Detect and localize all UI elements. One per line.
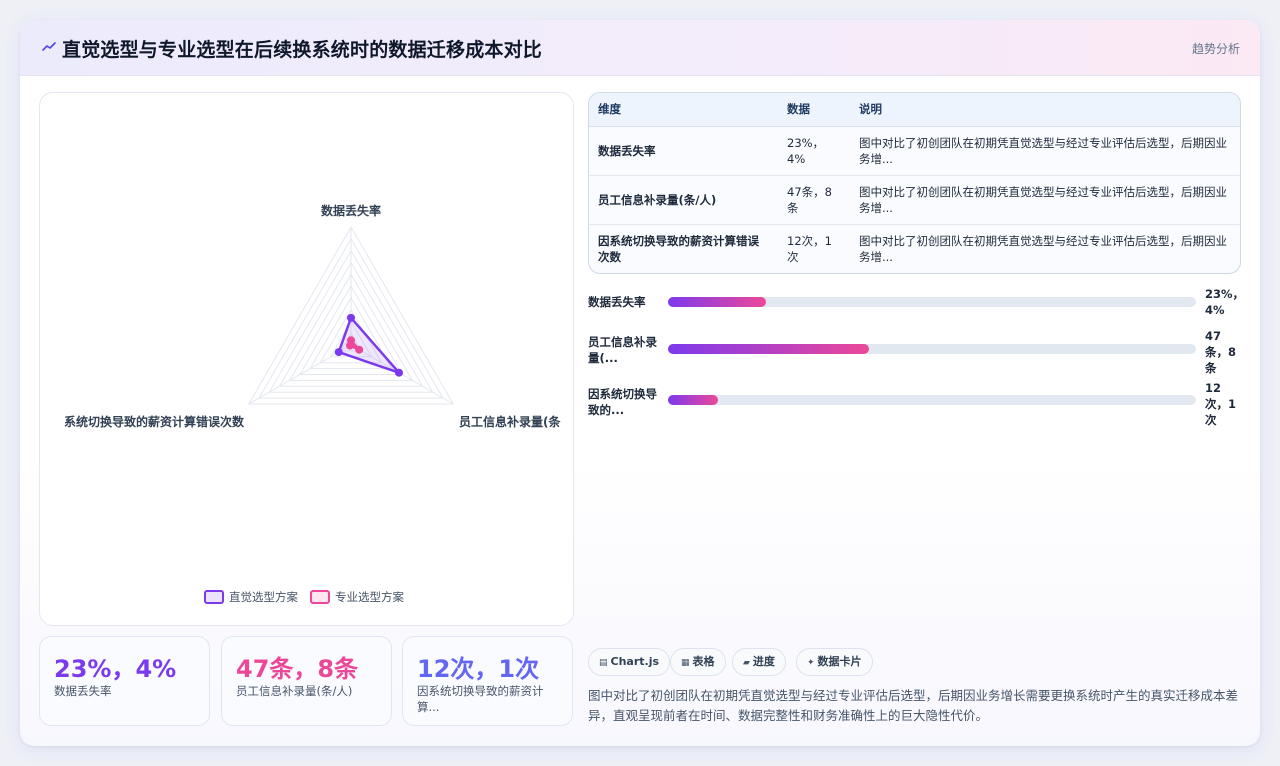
- progress-value: 12次，1次: [1205, 381, 1237, 427]
- progress-track: [668, 395, 1196, 405]
- progress-label: 员工信息补录量(...: [588, 335, 657, 365]
- table-cell-note: 图中对比了初创团队在初期凭直觉选型与经过专业评估后选型，后期因业务增...: [859, 233, 1227, 264]
- table-cell-data: 23%，4%: [778, 126, 850, 176]
- legend-swatch: [310, 590, 330, 604]
- chart-icon: ▤: [599, 658, 608, 668]
- table-row: 员工信息补录量(条/人) 47条，8条 图中对比了初创团队在初期凭直觉选型与经过…: [589, 175, 1240, 225]
- stat-label: 员工信息补录量(条/人): [236, 684, 353, 698]
- chip-label: Chart.js: [610, 655, 660, 668]
- table-cell-dimension: 员工信息补录量(条/人): [589, 175, 778, 225]
- stat-card-payroll-errors: 12次，1次 因系统切换导致的薪资计算...: [402, 636, 573, 726]
- card-icon: ✦: [807, 658, 815, 668]
- chip-progress[interactable]: ▰ 进度: [732, 648, 786, 676]
- stat-label: 因系统切换导致的薪资计算...: [417, 684, 544, 714]
- radar-data-point: [347, 313, 355, 322]
- stat-card-backfill: 47条，8条 员工信息补录量(条/人): [221, 636, 392, 726]
- chart-description: 图中对比了初创团队在初期凭直觉选型与经过专业评估后选型，后期因业务增长需要更换系…: [588, 688, 1239, 723]
- progress-label: 数据丢失率: [588, 295, 646, 309]
- chip-label: 表格: [692, 655, 715, 668]
- trend-line-icon: [42, 40, 56, 54]
- radar-data-point: [395, 368, 404, 377]
- table-row: 因系统切换导致的薪资计算错误次数 12次，1次 图中对比了初创团队在初期凭直觉选…: [589, 224, 1240, 273]
- radar-indicator-label: 系统切换导致的薪资计算错误次数: [64, 414, 245, 429]
- table-cell-dimension: 因系统切换导致的薪资计算错误次数: [598, 233, 759, 264]
- page-title: 直觉选型与专业选型在后续换系统时的数据迁移成本对比: [62, 39, 543, 61]
- radar-data-point: [334, 348, 343, 357]
- progress-value: 23%，4%: [1205, 287, 1245, 317]
- stat-card-data-loss: 23%，4% 数据丢失率: [39, 636, 210, 726]
- stat-value: 47条，8条: [236, 655, 359, 683]
- chip-label: 数据卡片: [817, 655, 862, 668]
- table-cell-dimension: 数据丢失率: [589, 126, 778, 176]
- table-cell-data: 12次，1次: [787, 233, 832, 264]
- chip-table[interactable]: ▦ 表格: [670, 648, 726, 676]
- progress-value: 47条，8条: [1205, 329, 1237, 375]
- legend-swatch: [204, 590, 224, 604]
- radar-indicator-label: 数据丢失率: [321, 203, 381, 218]
- progress-fill: [668, 297, 766, 307]
- progress-icon: ▰: [743, 658, 750, 668]
- table-header-note: 说明: [850, 93, 1240, 127]
- table-header-data: 数据: [778, 93, 850, 127]
- progress-track: [668, 344, 1196, 354]
- stat-value: 23%，4%: [54, 655, 177, 683]
- data-table: 维度 数据 说明 数据丢失率 23%，4% 图中对比了初创团队在初期凭直觉选型与…: [589, 93, 1240, 273]
- stat-value: 12次，1次: [417, 655, 540, 683]
- radar-data-point: [355, 345, 364, 354]
- stat-label: 数据丢失率: [54, 684, 112, 698]
- chip-data-card[interactable]: ✦ 数据卡片: [796, 648, 873, 676]
- table-header-dimension: 维度: [589, 93, 778, 127]
- chip-label: 进度: [752, 655, 775, 668]
- data-table-card: 维度 数据 说明 数据丢失率 23%，4% 图中对比了初创团队在初期凭直觉选型与…: [588, 92, 1241, 274]
- progress-label: 因系统切换导致的...: [588, 387, 657, 417]
- legend-label: 直觉选型方案: [229, 590, 298, 604]
- progress-fill: [668, 395, 719, 405]
- radar-chart: 数据丢失率员工信息补录量(条 系统切换导致的薪资计算错误次数直觉选型方案 专业选型方…: [64, 203, 561, 604]
- table-icon: ▦: [681, 658, 690, 668]
- progress-fill: [668, 344, 869, 354]
- table-cell-note: 图中对比了初创团队在初期凭直觉选型与经过专业评估后选型，后期因业务增...: [850, 126, 1240, 176]
- table-cell-note: 图中对比了初创团队在初期凭直觉选型与经过专业评估后选型，后期因业务增...: [850, 175, 1240, 225]
- progress-track: [668, 297, 1196, 307]
- table-header-row: 维度 数据 说明: [589, 93, 1240, 127]
- table-cell-data: 47条，8条: [778, 175, 850, 225]
- radar-indicator-label: 员工信息补录量(条: [459, 414, 561, 429]
- dashboard-panel: 直觉选型与专业选型在后续换系统时的数据迁移成本对比 趋势分析 数据丢失率 员工信息…: [20, 20, 1260, 746]
- radar-data-point: [345, 341, 354, 350]
- legend-label: 专业选型方案: [335, 590, 404, 604]
- trend-analysis-link[interactable]: 趋势分析: [1192, 40, 1240, 57]
- chip-chartjs[interactable]: ▤ Chart.js: [588, 648, 671, 676]
- radar-chart-card: 数据丢失率员工信息补录量(条 系统切换导致的薪资计算错误次数直觉选型方案 专业选型方…: [39, 92, 574, 626]
- header-bar: 直觉选型与专业选型在后续换系统时的数据迁移成本对比 趋势分析: [20, 20, 1260, 76]
- table-row: 数据丢失率 23%，4% 图中对比了初创团队在初期凭直觉选型与经过专业评估后选型…: [589, 126, 1240, 176]
